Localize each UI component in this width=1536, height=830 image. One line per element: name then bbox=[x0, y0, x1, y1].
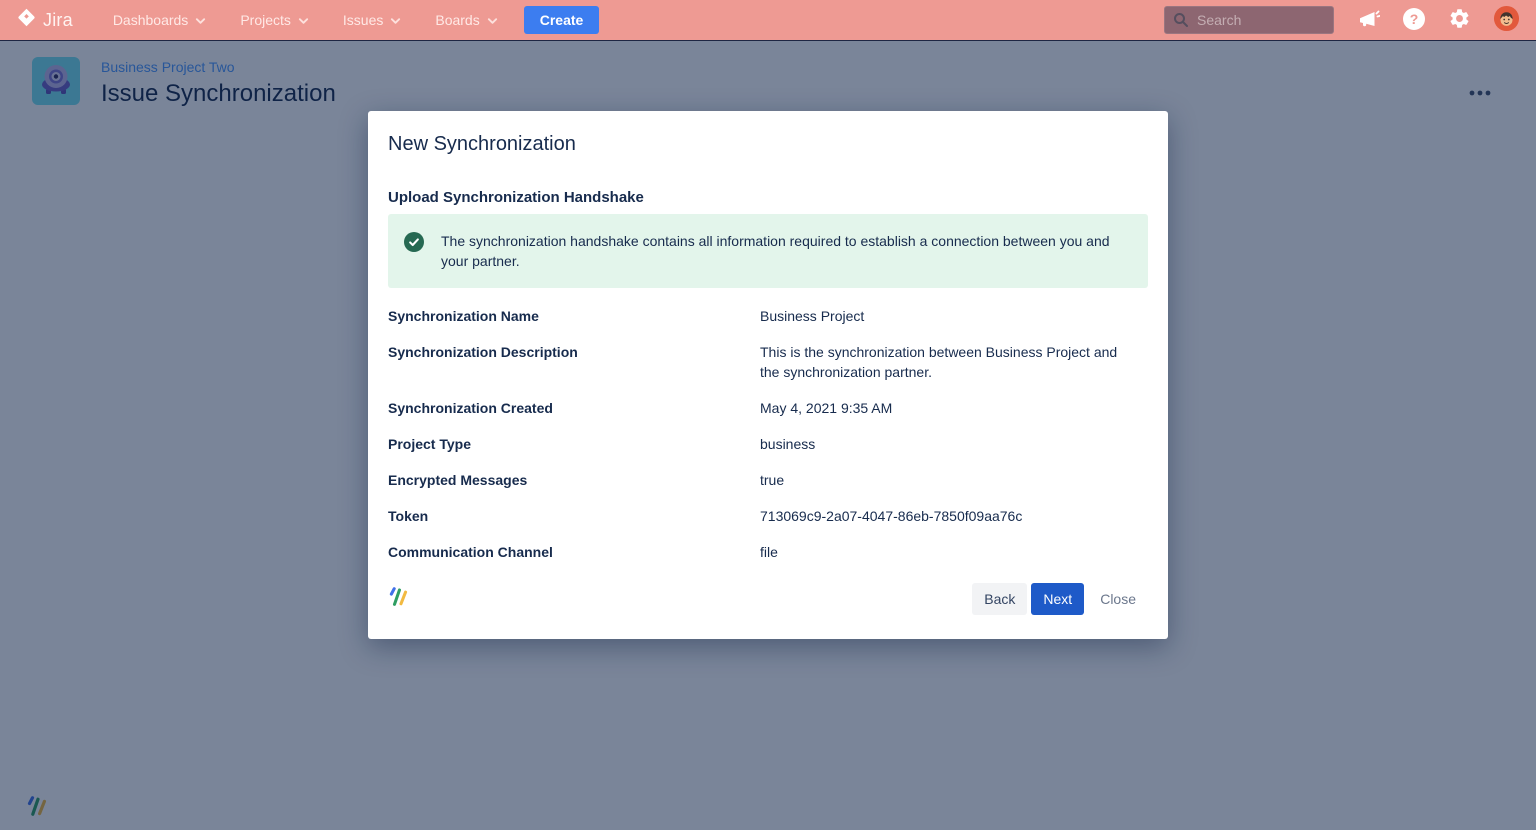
field-value: May 4, 2021 9:35 AM bbox=[760, 398, 892, 418]
main-menu: Dashboards Projects Issues Boards bbox=[113, 12, 498, 28]
field-row: Synchronization Description This is the … bbox=[388, 342, 1148, 382]
field-label: Synchronization Name bbox=[388, 306, 760, 326]
menu-label: Issues bbox=[343, 12, 383, 28]
footer-buttons: Back Next Close bbox=[972, 583, 1148, 615]
field-value: business bbox=[760, 434, 815, 454]
user-avatar[interactable] bbox=[1493, 5, 1520, 35]
field-label: Project Type bbox=[388, 434, 760, 454]
field-row: Synchronization Created May 4, 2021 9:35… bbox=[388, 398, 1148, 418]
chevron-down-icon bbox=[390, 12, 401, 28]
field-value: 713069c9-2a07-4047-86eb-7850f09aa76c bbox=[760, 506, 1022, 526]
field-row: Token 713069c9-2a07-4047-86eb-7850f09aa7… bbox=[388, 506, 1148, 526]
dialog-footer: Back Next Close bbox=[388, 583, 1148, 615]
field-row: Project Type business bbox=[388, 434, 1148, 454]
svg-text:?: ? bbox=[1410, 11, 1419, 27]
menu-boards[interactable]: Boards bbox=[435, 12, 497, 28]
megaphone-icon bbox=[1356, 7, 1380, 34]
menu-issues[interactable]: Issues bbox=[343, 12, 401, 28]
field-value: This is the synchronization between Busi… bbox=[760, 342, 1120, 382]
menu-label: Projects bbox=[240, 12, 291, 28]
back-button[interactable]: Back bbox=[972, 583, 1027, 615]
field-label: Synchronization Description bbox=[388, 342, 760, 382]
field-value: true bbox=[760, 470, 784, 490]
jira-brand[interactable]: Jira bbox=[16, 7, 73, 33]
field-label: Token bbox=[388, 506, 760, 526]
close-button[interactable]: Close bbox=[1088, 583, 1148, 615]
brand-name: Jira bbox=[43, 10, 73, 31]
search-input[interactable] bbox=[1164, 6, 1334, 34]
field-row: Synchronization Name Business Project bbox=[388, 306, 1148, 326]
help-icon: ? bbox=[1402, 7, 1426, 34]
success-message-box: The synchronization handshake contains a… bbox=[388, 214, 1148, 288]
check-circle-icon bbox=[404, 232, 424, 252]
field-row: Communication Channel file bbox=[388, 542, 1148, 562]
jira-logo-icon bbox=[16, 7, 37, 33]
chevron-down-icon bbox=[298, 12, 309, 28]
chevron-down-icon bbox=[487, 12, 498, 28]
success-message-text: The synchronization handshake contains a… bbox=[441, 231, 1117, 271]
next-button[interactable]: Next bbox=[1031, 583, 1084, 615]
field-label: Communication Channel bbox=[388, 542, 760, 562]
field-label: Encrypted Messages bbox=[388, 470, 760, 490]
settings-button[interactable] bbox=[1448, 7, 1471, 33]
announcements-button[interactable] bbox=[1356, 7, 1380, 34]
field-value: Business Project bbox=[760, 306, 864, 326]
field-value: file bbox=[760, 542, 778, 562]
menu-label: Dashboards bbox=[113, 12, 189, 28]
help-button[interactable]: ? bbox=[1402, 7, 1426, 34]
gear-icon bbox=[1448, 7, 1471, 33]
chevron-down-icon bbox=[195, 12, 206, 28]
handshake-fields: Synchronization Name Business Project Sy… bbox=[388, 300, 1148, 562]
sync-app-logo bbox=[388, 586, 409, 612]
dialog-title: New Synchronization bbox=[388, 133, 1148, 156]
menu-label: Boards bbox=[435, 12, 479, 28]
new-synchronization-dialog: New Synchronization Upload Synchronizati… bbox=[368, 111, 1168, 639]
top-navbar: Jira Dashboards Projects Issues Boards C… bbox=[0, 0, 1536, 40]
navbar-right: ? bbox=[1164, 5, 1520, 35]
menu-projects[interactable]: Projects bbox=[240, 12, 309, 28]
menu-dashboards[interactable]: Dashboards bbox=[113, 12, 207, 28]
field-label: Synchronization Created bbox=[388, 398, 760, 418]
search-box bbox=[1164, 6, 1334, 34]
step-heading: Upload Synchronization Handshake bbox=[388, 189, 1148, 206]
field-row: Encrypted Messages true bbox=[388, 470, 1148, 490]
avatar-icon bbox=[1493, 5, 1520, 35]
create-button[interactable]: Create bbox=[524, 6, 600, 34]
search-icon bbox=[1173, 12, 1189, 33]
